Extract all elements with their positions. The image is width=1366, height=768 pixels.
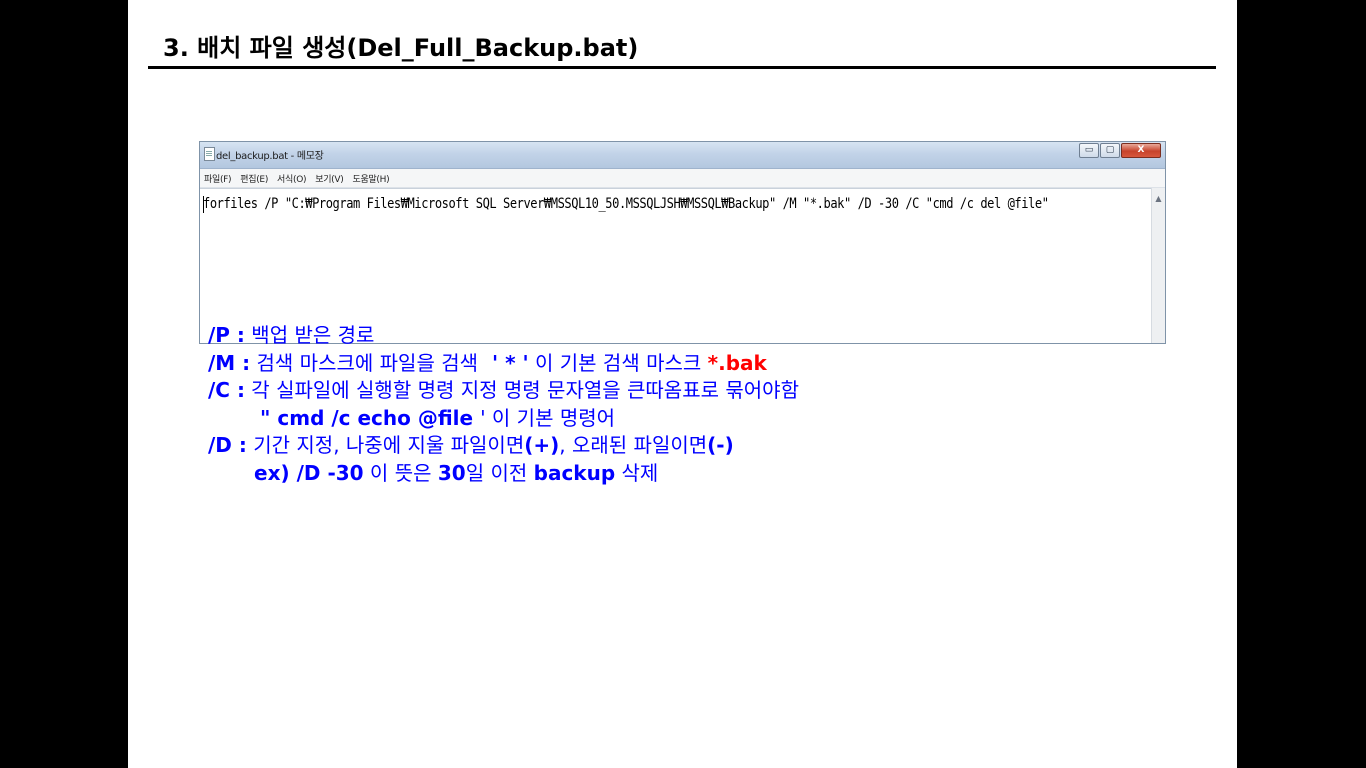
option-m-desc2: 이 기본 검색 마스크 bbox=[528, 350, 708, 375]
option-c-desc: 각 실파일에 실행할 명령 지정 명령 문자열을 큰따옴표로 묶어야함 bbox=[244, 378, 799, 402]
option-d-minus: (-) bbox=[707, 433, 734, 457]
option-m-example: *.bak bbox=[707, 350, 767, 375]
option-c-line: /C : 각 실파일에 실행할 명령 지정 명령 문자열을 큰따옴표로 묶어야함 bbox=[208, 377, 799, 405]
example-prefix: ex) /D -30 bbox=[254, 460, 364, 485]
option-d-desc2: , 오래된 파일이면 bbox=[559, 433, 708, 457]
notepad-file-icon bbox=[204, 147, 215, 161]
menu-view[interactable]: 보기(V) bbox=[315, 172, 344, 185]
option-explanations: /P : 백업 받은 경로 /M : 검색 마스크에 파일을 검색 ' * ' 이… bbox=[208, 322, 799, 487]
option-m-quote: ' * ' bbox=[492, 350, 529, 375]
option-c-desc2: ' 이 기본 명령어 bbox=[480, 405, 616, 430]
slide-title: 3. 배치 파일 생성(Del_Full_Backup.bat) bbox=[163, 34, 639, 62]
menu-format[interactable]: 서식(O) bbox=[277, 172, 306, 185]
option-p-key: /P : bbox=[208, 323, 245, 347]
option-c-example: " cmd /c echo @file bbox=[260, 405, 481, 430]
option-p-line: /P : 백업 받은 경로 bbox=[208, 322, 799, 350]
option-c-key: /C : bbox=[208, 378, 245, 402]
maximize-button[interactable]: ▢ bbox=[1100, 143, 1120, 158]
text-caret bbox=[203, 196, 204, 213]
notepad-titlebar[interactable]: del_backup.bat - 메모장 ▭ ▢ X bbox=[200, 142, 1165, 169]
notepad-window-title: del_backup.bat - 메모장 bbox=[216, 151, 324, 162]
close-button[interactable]: X bbox=[1121, 143, 1161, 158]
notepad-window[interactable]: del_backup.bat - 메모장 ▭ ▢ X 파일(F) 편집(E) 서… bbox=[199, 141, 1166, 344]
example-mid: 이 뜻은 bbox=[363, 460, 438, 485]
batch-command-text: forfiles /P "C:₩Program Files₩Microsoft … bbox=[203, 196, 1049, 212]
slide: 3. 배치 파일 생성(Del_Full_Backup.bat) del_bac… bbox=[128, 0, 1237, 768]
notepad-text-area[interactable]: forfiles /P "C:₩Program Files₩Microsoft … bbox=[200, 188, 1152, 343]
option-m-desc: 검색 마스크에 파일을 검색 bbox=[250, 350, 479, 375]
menu-help[interactable]: 도움말(H) bbox=[352, 172, 389, 185]
scroll-up-arrow-icon[interactable]: ▲ bbox=[1152, 194, 1165, 203]
window-controls: ▭ ▢ X bbox=[1078, 143, 1161, 159]
vertical-scrollbar[interactable]: ▲ bbox=[1151, 188, 1165, 343]
option-d-key: /D : bbox=[208, 433, 247, 457]
notepad-menubar: 파일(F) 편집(E) 서식(O) 보기(V) 도움말(H) bbox=[200, 169, 1165, 188]
menu-file[interactable]: 파일(F) bbox=[204, 172, 232, 185]
option-c-example-line: " cmd /c echo @file ' 이 기본 명령어 bbox=[208, 405, 799, 433]
option-m-key: /M : bbox=[208, 350, 251, 375]
example-mid2: 일 이전 bbox=[465, 460, 534, 485]
option-d-plus: (+) bbox=[524, 433, 560, 457]
minimize-button[interactable]: ▭ bbox=[1079, 143, 1099, 158]
example-word: backup bbox=[533, 460, 616, 485]
example-end: 삭제 bbox=[615, 460, 659, 485]
option-m-line: /M : 검색 마스크에 파일을 검색 ' * ' 이 기본 검색 마스크 *.b… bbox=[208, 350, 799, 378]
option-d-example-line: ex) /D -30 이 뜻은 30일 이전 backup 삭제 bbox=[208, 460, 799, 488]
option-d-line: /D : 기간 지정, 나중에 지울 파일이면(+), 오래된 파일이면(-) bbox=[208, 432, 799, 460]
option-p-desc: 백업 받은 경로 bbox=[244, 323, 375, 347]
example-number: 30 bbox=[437, 460, 466, 485]
menu-edit[interactable]: 편집(E) bbox=[240, 172, 268, 185]
option-d-desc: 기간 지정, 나중에 지울 파일이면 bbox=[246, 433, 525, 457]
title-underline bbox=[148, 66, 1216, 69]
